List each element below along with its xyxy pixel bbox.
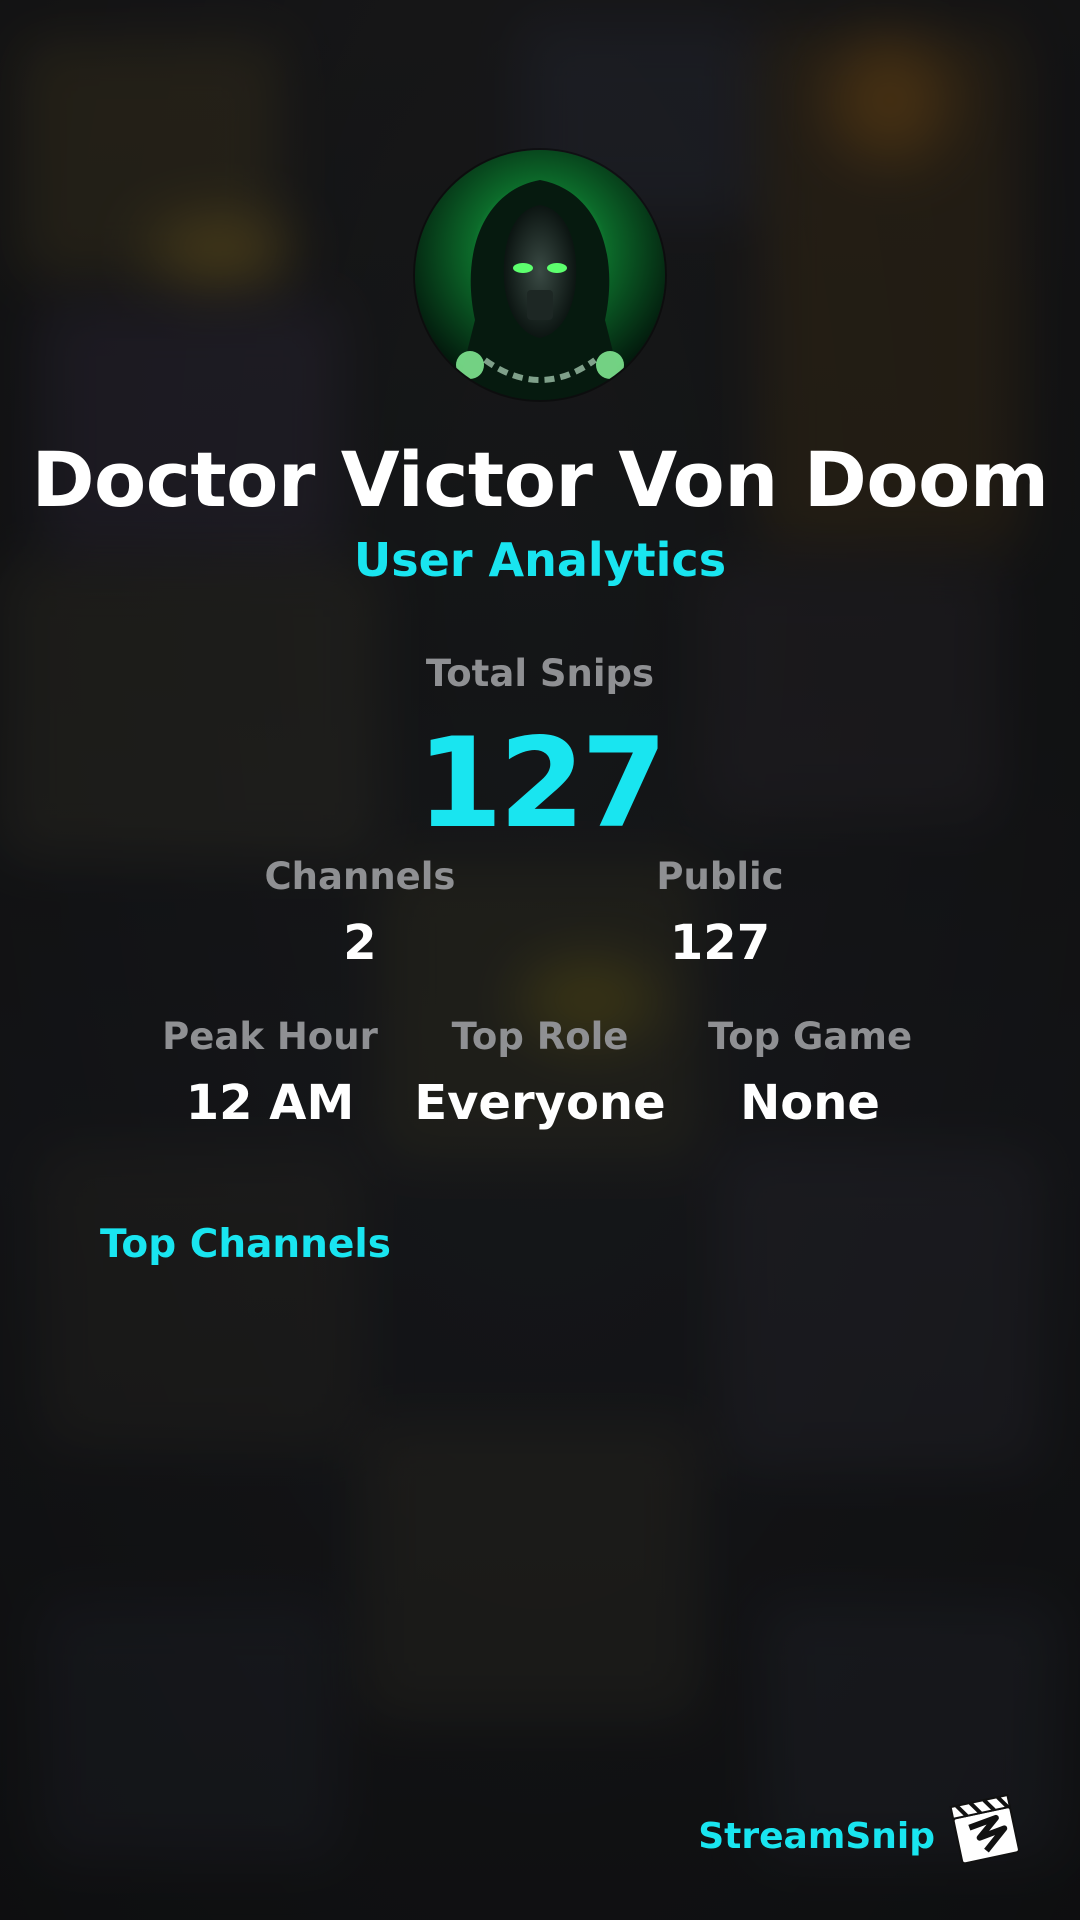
page-subtitle: User Analytics <box>353 533 727 587</box>
public-value: 127 <box>669 915 771 971</box>
top-role-label: Top Role <box>451 1015 629 1058</box>
total-snips-value: 127 <box>416 712 668 856</box>
analytics-card: Doctor Victor Von Doom User Analytics To… <box>0 0 1080 1920</box>
total-snips-label: Total Snips <box>425 652 655 695</box>
channels-value: 2 <box>343 915 377 971</box>
peak-hour-value: 12 AM <box>185 1075 355 1131</box>
top-role-value: Everyone <box>414 1075 666 1131</box>
hooded-masked-figure-avatar <box>415 150 665 400</box>
clapperboard-icon <box>949 1793 1020 1865</box>
public-label: Public <box>656 855 784 898</box>
brand-logo <box>948 1790 1026 1868</box>
brand-name: StreamSnip <box>698 1816 935 1857</box>
top-game-label: Top Game <box>707 1015 913 1058</box>
peak-hour-label: Peak Hour <box>162 1015 378 1058</box>
top-game-value: None <box>740 1075 880 1131</box>
channels-label: Channels <box>264 855 456 898</box>
user-display-name: Doctor Victor Von Doom <box>31 435 1049 524</box>
avatar <box>415 150 665 400</box>
top-channels-heading: Top Channels <box>100 1222 391 1267</box>
